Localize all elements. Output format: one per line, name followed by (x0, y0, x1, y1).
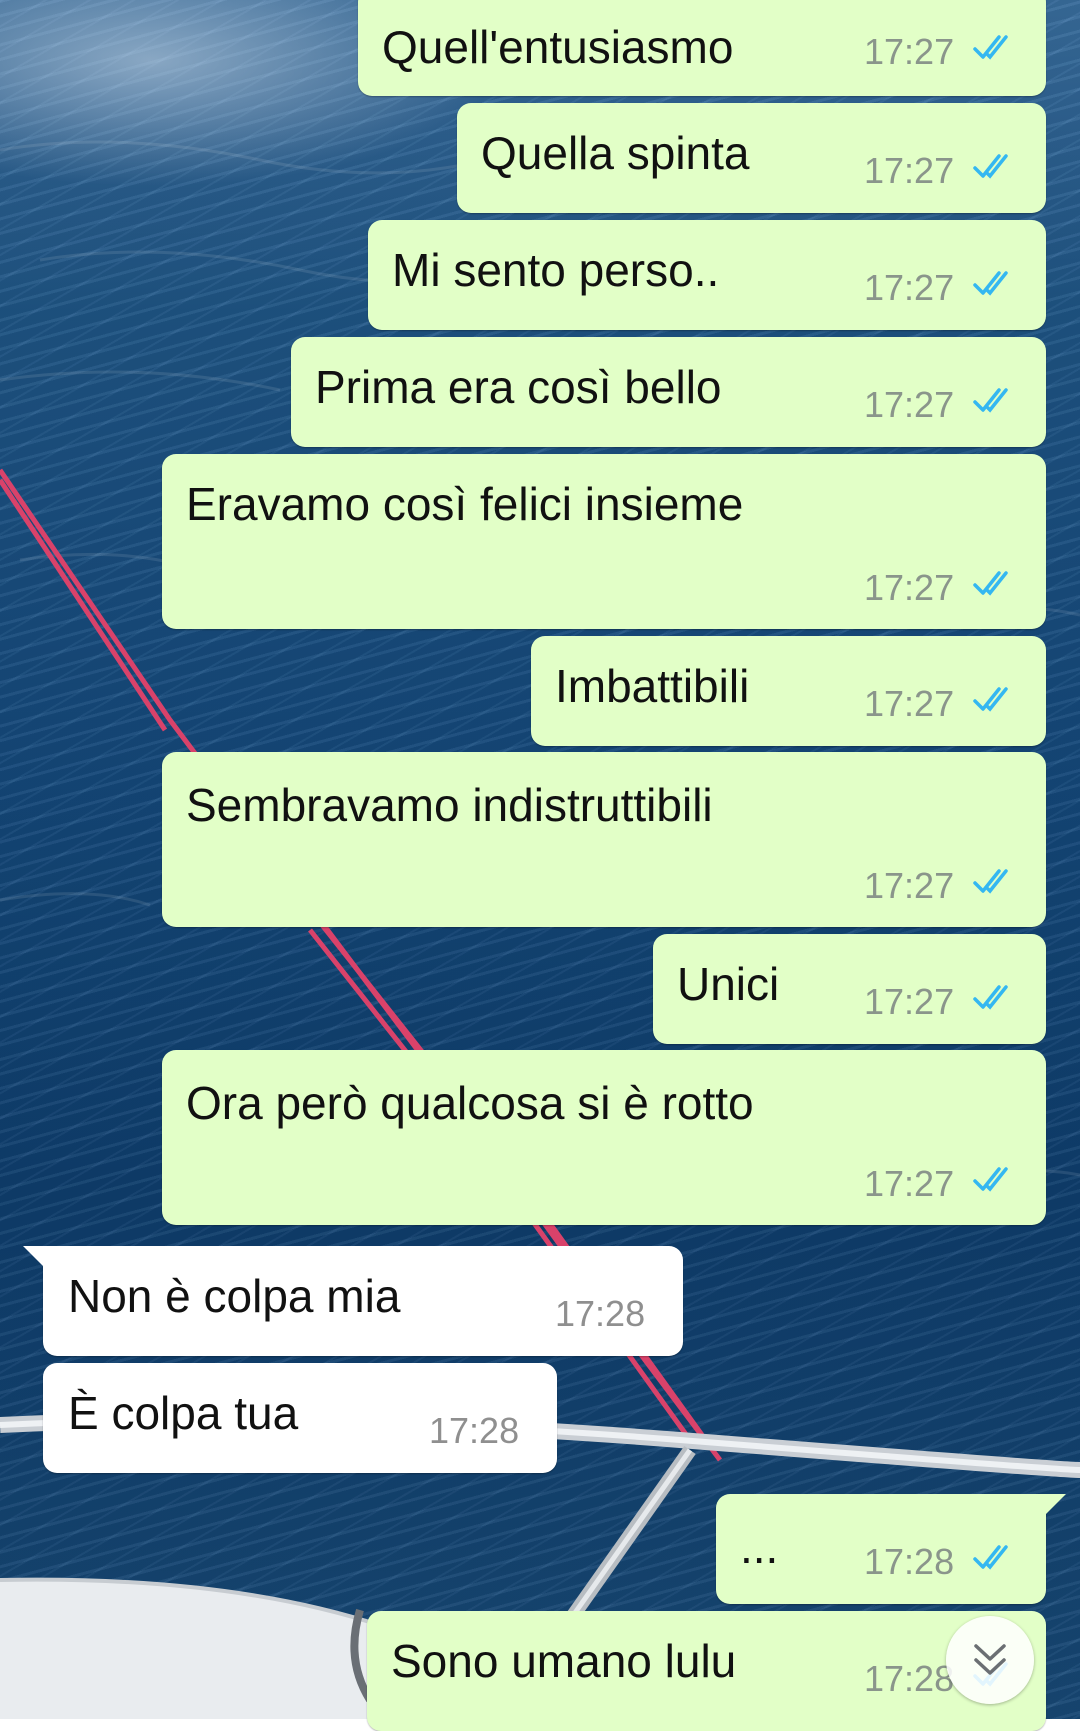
message-bubble-outgoing[interactable]: Sono umano lulu 17:28 (367, 1611, 1046, 1731)
message-time: 17:28 (429, 1410, 520, 1451)
message-text: Sembravamo indistruttibili (186, 779, 713, 831)
double-check-read-icon (973, 985, 1008, 1010)
message-bubble-incoming[interactable]: È colpa tua 17:28 (43, 1363, 557, 1473)
message-text: Ora però qualcosa si è rotto (186, 1077, 754, 1129)
message-text: Imbattibili (555, 660, 750, 712)
message-bubble-outgoing[interactable]: Quella spinta 17:27 (457, 103, 1046, 213)
double-check-read-icon (973, 154, 1008, 179)
double-check-read-icon (973, 1545, 1008, 1570)
double-check-read-icon (973, 1167, 1008, 1192)
message-text: ... (740, 1521, 779, 1573)
message-text: Mi sento perso.. (392, 244, 720, 296)
message-text: Non è colpa mia (68, 1270, 401, 1322)
message-bubble-outgoing[interactable]: ... 17:28 (716, 1494, 1066, 1604)
message-text: È colpa tua (68, 1387, 299, 1439)
message-time: 17:27 (864, 1163, 955, 1204)
message-time: 17:27 (864, 150, 955, 191)
message-time: 17:28 (864, 1658, 955, 1699)
bubble-tail (23, 1246, 45, 1268)
message-text: Prima era così bello (315, 361, 722, 413)
message-text: Sono umano lulu (391, 1635, 737, 1687)
double-check-read-icon (973, 571, 1008, 596)
message-text: Eravamo così felici insieme (186, 478, 744, 530)
message-time: 17:27 (864, 31, 955, 72)
double-check-read-icon (973, 271, 1008, 296)
message-bubble-outgoing[interactable]: Unici 17:27 (653, 934, 1046, 1044)
message-time: 17:27 (864, 865, 955, 906)
message-time: 17:28 (864, 1541, 955, 1582)
message-text: Quella spinta (481, 127, 750, 179)
message-text: Unici (677, 958, 780, 1010)
double-check-read-icon (973, 35, 1008, 60)
message-time: 17:27 (864, 981, 955, 1022)
message-bubble-incoming[interactable]: Non è colpa mia 17:28 (23, 1246, 683, 1356)
message-time: 17:27 (864, 267, 955, 308)
message-bubble-outgoing[interactable]: Mi sento perso.. 17:27 (368, 220, 1046, 330)
message-text: Quell'entusiasmo (382, 21, 734, 73)
message-time: 17:28 (555, 1293, 646, 1334)
double-check-read-icon (973, 687, 1008, 712)
message-time: 17:27 (864, 683, 955, 724)
bubble-tail (1044, 1494, 1066, 1516)
double-chevron-down-icon (974, 1644, 1006, 1675)
message-bubble-outgoing[interactable]: Prima era così bello 17:27 (291, 337, 1046, 447)
double-check-read-icon (973, 869, 1008, 894)
double-check-read-icon (973, 388, 1008, 413)
message-bubble-outgoing[interactable]: Eravamo così felici insieme 17:27 (162, 454, 1046, 629)
scroll-to-bottom-button[interactable] (946, 1616, 1034, 1704)
message-bubble-outgoing[interactable]: Imbattibili 17:27 (531, 636, 1046, 746)
message-time: 17:27 (864, 384, 955, 425)
message-bubble-outgoing[interactable]: Quell'entusiasmo 17:27 (358, 0, 1046, 96)
message-bubble-outgoing[interactable]: Ora però qualcosa si è rotto 17:27 (162, 1050, 1046, 1225)
message-time: 17:27 (864, 567, 955, 608)
message-bubble-outgoing[interactable]: Sembravamo indistruttibili 17:27 (162, 752, 1046, 927)
